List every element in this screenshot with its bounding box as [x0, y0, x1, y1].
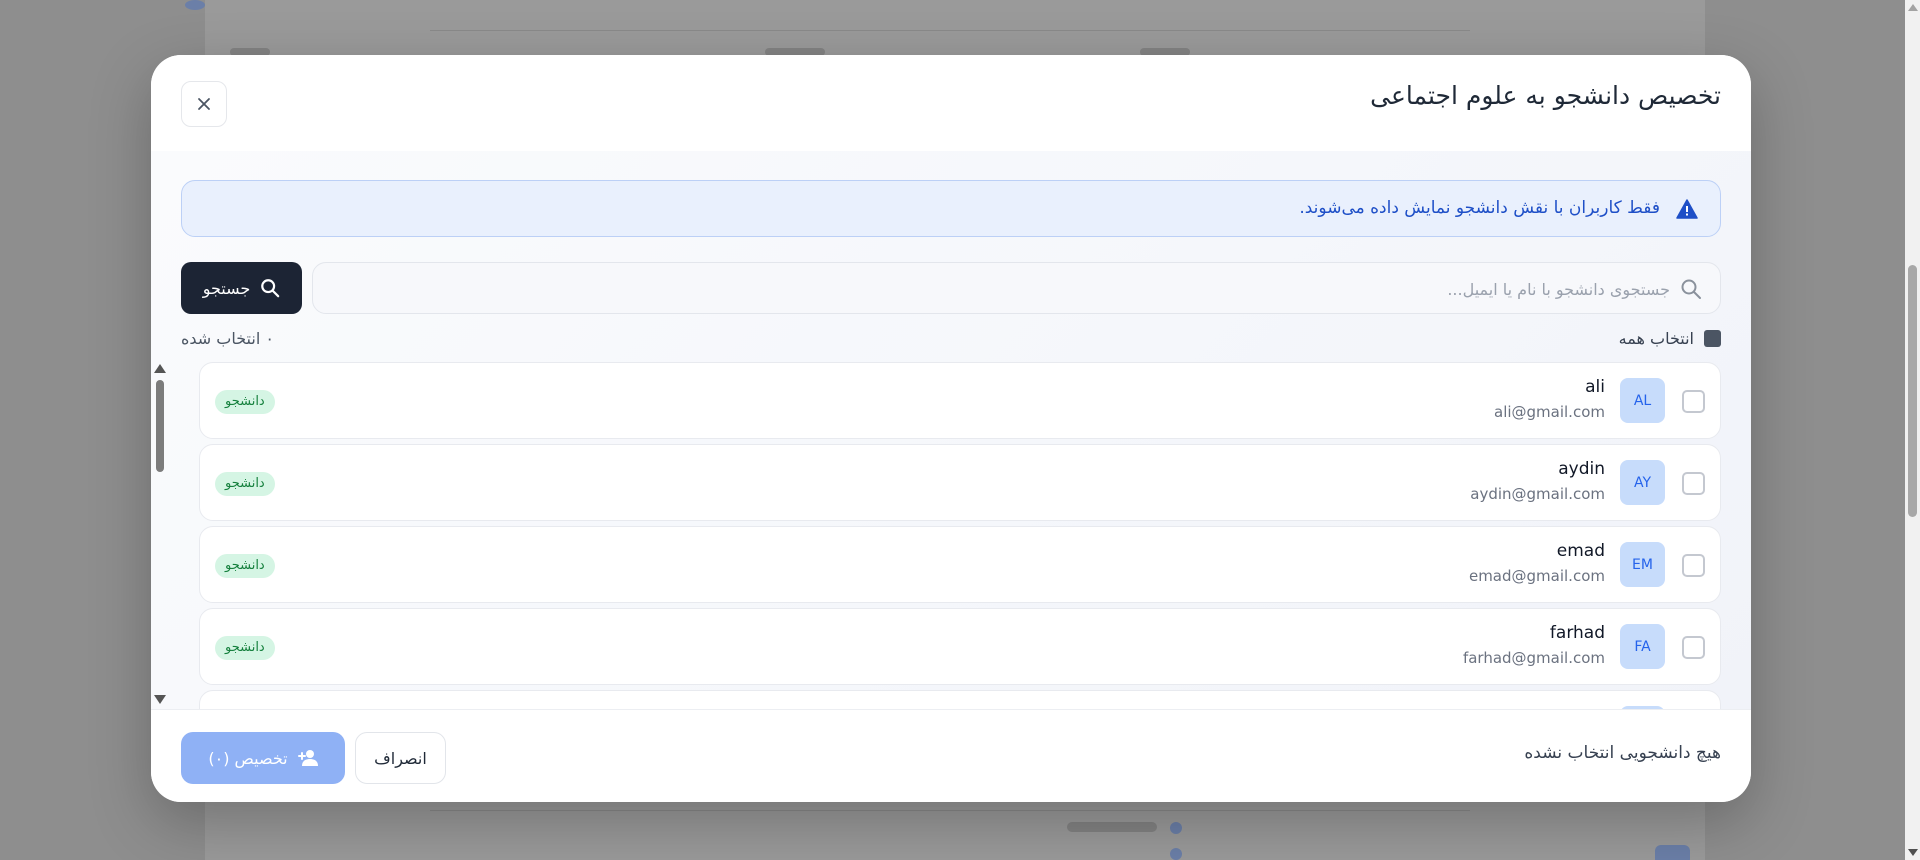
student-list: AL ali ali@gmail.com دانشجو AY aydin ayd… [199, 362, 1721, 709]
student-name: emad [1556, 541, 1605, 561]
background-dot [1170, 822, 1182, 834]
role-badge: دانشجو [215, 636, 275, 660]
scrollbar-thumb[interactable] [1908, 265, 1917, 517]
assign-button-label: تخصیص (۰) [208, 748, 288, 768]
scroll-up-arrow[interactable] [1908, 4, 1918, 11]
assign-button[interactable]: تخصیص (۰) [181, 732, 345, 784]
search-button[interactable]: جستجو [181, 262, 302, 314]
cancel-button[interactable]: انصراف [355, 732, 446, 784]
student-row[interactable]: FA farhad farhad@gmail.com دانشجو [199, 608, 1721, 685]
student-checkbox[interactable] [1682, 472, 1705, 495]
search-field[interactable] [312, 262, 1721, 314]
select-all-checkbox[interactable] [1704, 330, 1721, 347]
assign-student-dialog: تخصیص دانشجو به علوم اجتماعی فقط کاربران… [151, 55, 1751, 802]
student-name: farhad [1549, 623, 1605, 643]
avatar: AY [1620, 460, 1665, 505]
list-scrollbar[interactable] [153, 364, 167, 704]
student-email: aydin@gmail.com [1470, 485, 1605, 503]
avatar: EM [1620, 542, 1665, 587]
search-button-label: جستجو [202, 278, 251, 298]
selected-count: ۰ انتخاب شده [181, 329, 274, 348]
role-badge: دانشجو [215, 472, 275, 496]
avatar: FA [1620, 624, 1665, 669]
close-button[interactable] [181, 81, 227, 127]
notice-text: فقط کاربران با نقش دانشجو نمایش داده می‌… [1299, 198, 1660, 218]
student-email: farhad@gmail.com [1462, 649, 1605, 667]
student-row[interactable]: AL ali ali@gmail.com دانشجو [199, 362, 1721, 439]
student-checkbox[interactable] [1682, 554, 1705, 577]
user-plus-icon [297, 750, 318, 766]
student-email: ali@gmail.com [1494, 403, 1605, 421]
student-name: aydin [1558, 459, 1605, 479]
background-dot [185, 0, 205, 10]
student-checkbox[interactable] [1682, 636, 1705, 659]
dialog-footer: هیچ دانشجویی انتخاب نشده انصراف تخصیص (۰… [151, 709, 1751, 802]
dialog-header: تخصیص دانشجو به علوم اجتماعی [151, 55, 1751, 151]
student-name: ali [1585, 377, 1605, 397]
avatar: AL [1620, 378, 1665, 423]
scroll-up-arrow[interactable] [154, 364, 166, 373]
info-notice: فقط کاربران با نقش دانشجو نمایش داده می‌… [181, 180, 1721, 237]
warning-icon [1676, 199, 1698, 223]
background-divider [430, 810, 1470, 811]
scrollbar-thumb[interactable] [156, 380, 164, 472]
search-icon [1680, 278, 1702, 304]
background-divider [430, 30, 1470, 31]
student-row[interactable] [199, 690, 1721, 709]
selection-status: هیچ دانشجویی انتخاب نشده [1524, 743, 1721, 763]
scroll-down-arrow[interactable] [154, 695, 166, 704]
dialog-title: تخصیص دانشجو به علوم اجتماعی [1370, 81, 1721, 110]
background-block [1655, 845, 1690, 860]
scroll-down-arrow[interactable] [1908, 849, 1918, 856]
search-input[interactable] [323, 275, 1670, 303]
student-email: emad@gmail.com [1468, 567, 1605, 585]
search-icon [261, 279, 280, 298]
student-row[interactable]: EM emad emad@gmail.com دانشجو [199, 526, 1721, 603]
role-badge: دانشجو [215, 554, 275, 578]
role-badge: دانشجو [215, 390, 275, 414]
select-all-control[interactable]: انتخاب همه [1619, 329, 1721, 348]
dialog-body: فقط کاربران با نقش دانشجو نمایش داده می‌… [151, 151, 1751, 709]
close-icon [198, 98, 210, 110]
student-checkbox[interactable] [1682, 390, 1705, 413]
background-block [1067, 822, 1157, 832]
background-dot [1170, 848, 1182, 860]
page-scrollbar[interactable] [1905, 0, 1920, 860]
select-all-label: انتخاب همه [1618, 329, 1694, 348]
student-row[interactable]: AY aydin aydin@gmail.com دانشجو [199, 444, 1721, 521]
